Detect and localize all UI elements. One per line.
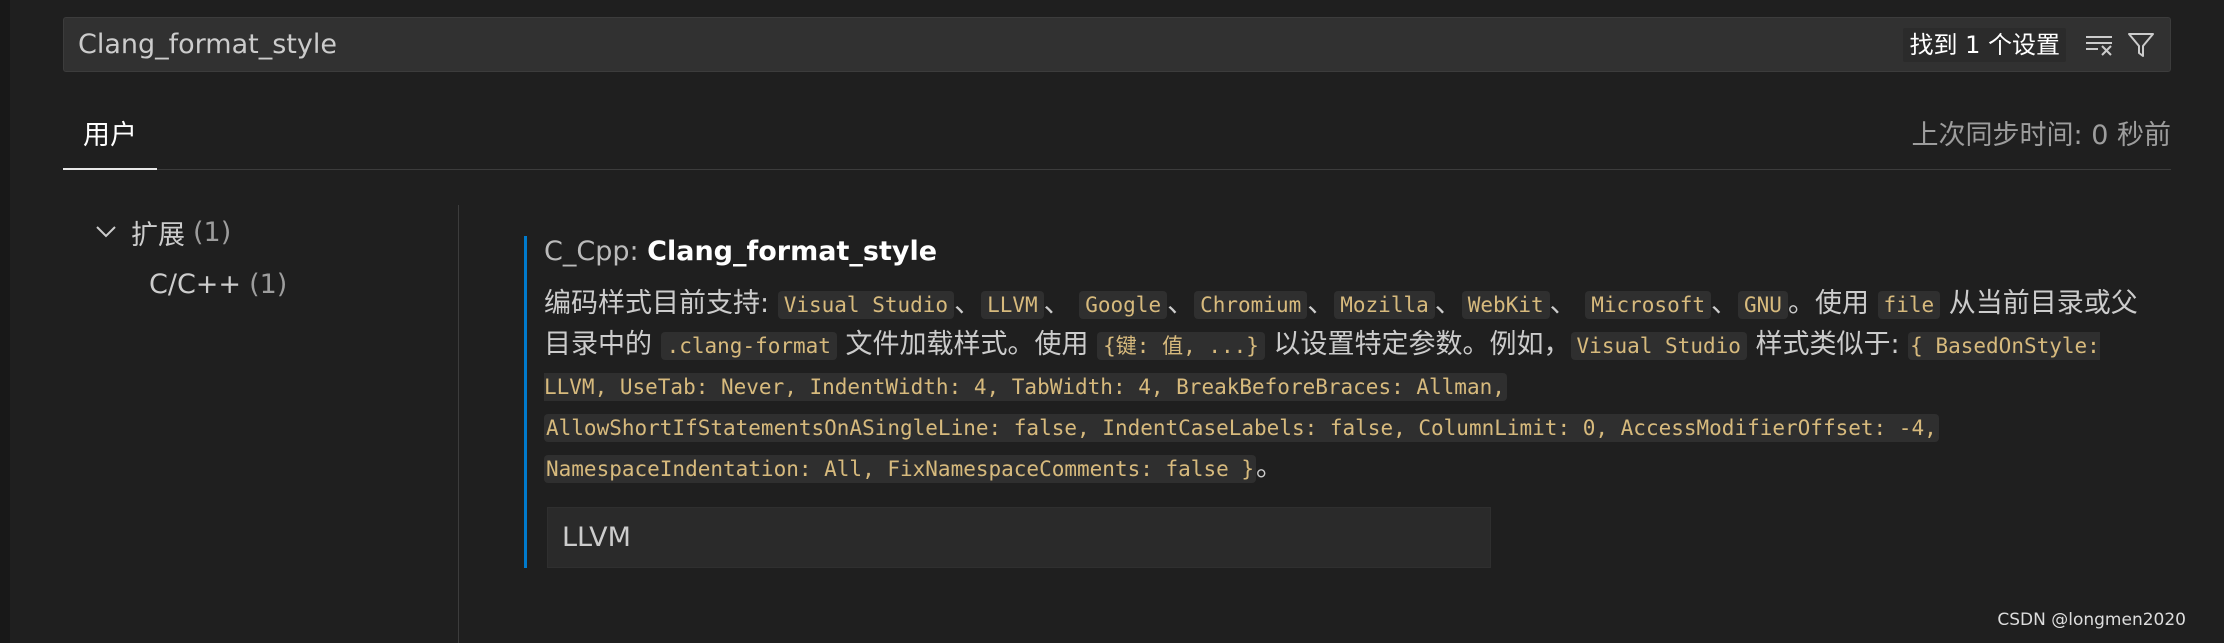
desc-text: 。 bbox=[1256, 452, 1284, 483]
toc-item-count: (1) bbox=[193, 216, 232, 248]
settings-table-of-contents: 扩展 (1) C/C++ (1) bbox=[63, 205, 459, 643]
settings-scope-tabs: 用户 上次同步时间: 0 秒前 bbox=[63, 110, 2171, 170]
desc-sep: 、 bbox=[954, 288, 982, 319]
toc-item-extensions[interactable]: 扩展 (1) bbox=[93, 207, 231, 257]
filter-icon bbox=[2128, 33, 2154, 57]
clear-filters-icon bbox=[2086, 36, 2112, 56]
toc-item-count: (1) bbox=[249, 268, 288, 300]
style-code: GNU bbox=[1738, 291, 1788, 319]
filter-button[interactable] bbox=[2124, 28, 2158, 62]
desc-sep: 、 bbox=[1167, 288, 1195, 319]
setting-name: Clang_format_style bbox=[647, 236, 938, 267]
clang-format-code: .clang-format bbox=[660, 332, 837, 360]
desc-sep: 、 bbox=[1549, 288, 1577, 319]
file-code: file bbox=[1877, 291, 1941, 319]
setting-category: C_Cpp: bbox=[544, 236, 648, 267]
activity-rail bbox=[0, 0, 10, 643]
search-result-count: 找到 1 个设置 bbox=[1903, 28, 2066, 62]
desc-text: 以设置特定参数。例如， bbox=[1264, 329, 1571, 360]
desc-text: 样式类似于: bbox=[1746, 329, 1909, 360]
settings-search-input[interactable] bbox=[78, 18, 1878, 71]
desc-sep: 、 bbox=[1043, 288, 1071, 319]
desc-sep: 、 bbox=[1711, 288, 1739, 319]
desc-text: 文件加载样式。使用 bbox=[836, 329, 1098, 360]
chevron-down-icon bbox=[96, 226, 116, 238]
desc-text: 编码样式目前支持: bbox=[544, 288, 778, 319]
clear-filters-button[interactable] bbox=[2082, 28, 2116, 62]
example-style-code: Visual Studio bbox=[1570, 332, 1747, 360]
style-code: Visual Studio bbox=[777, 291, 955, 319]
desc-sep: 、 bbox=[1434, 288, 1462, 319]
setting-title: C_Cpp: Clang_format_style bbox=[544, 236, 937, 267]
sync-status: 上次同步时间: 0 秒前 bbox=[1911, 120, 2171, 151]
example-config-code: AllowShortIfStatementsOnASingleLine: fal… bbox=[544, 414, 1939, 442]
toc-item-label: C/C++ bbox=[149, 268, 242, 300]
example-config-code: NamespaceIndentation: All, FixNamespaceC… bbox=[544, 455, 1257, 483]
style-code: Mozilla bbox=[1334, 291, 1435, 319]
style-code: WebKit bbox=[1461, 291, 1550, 319]
style-code: Google bbox=[1079, 291, 1168, 319]
setting-description: 编码样式目前支持: Visual Studio、 LLVM、 Google、 Chr… bbox=[544, 284, 2164, 489]
style-code: LLVM bbox=[981, 291, 1044, 319]
desc-text: 。使用 bbox=[1787, 288, 1878, 319]
key-value-code: {键: 值, ...} bbox=[1097, 332, 1265, 360]
setting-item-clang-format-style: C_Cpp: Clang_format_style 编码样式目前支持: Visu… bbox=[524, 236, 2138, 568]
setting-value-input[interactable] bbox=[547, 507, 1491, 568]
style-code: Microsoft bbox=[1585, 291, 1712, 319]
toc-item-cpp[interactable]: C/C++ (1) bbox=[149, 259, 287, 309]
watermark: CSDN @longmen2020 bbox=[1997, 610, 2186, 630]
style-code: Chromium bbox=[1194, 291, 1308, 319]
tab-user[interactable]: 用户 bbox=[63, 110, 157, 170]
toc-item-label: 扩展 bbox=[131, 219, 185, 251]
desc-sep: 、 bbox=[1307, 288, 1335, 319]
settings-search-bar: 找到 1 个设置 bbox=[63, 17, 2171, 72]
